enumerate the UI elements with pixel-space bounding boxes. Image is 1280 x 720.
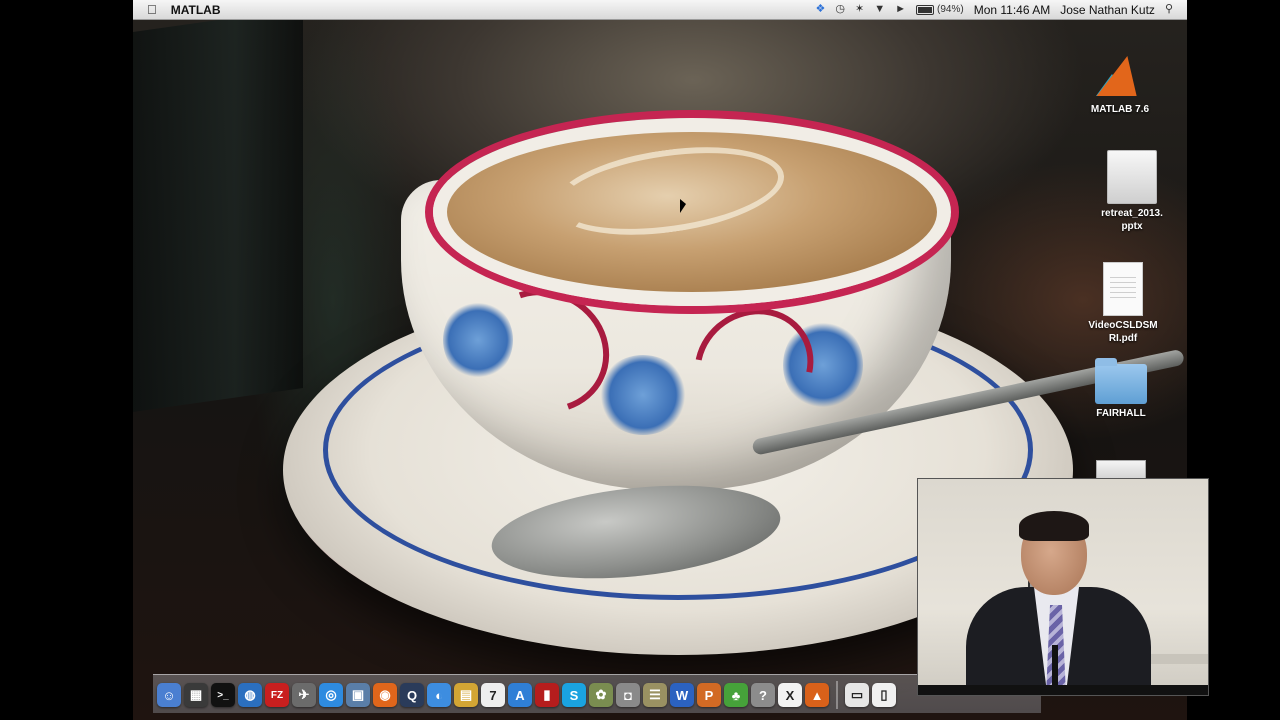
battery-percent: (94%) bbox=[937, 4, 964, 15]
menu-clock[interactable]: Mon 11:46 AM bbox=[974, 3, 1051, 17]
preview-icon[interactable]: ▣ bbox=[346, 683, 370, 707]
battery-icon bbox=[916, 4, 935, 15]
terminal-icon[interactable]: >_ bbox=[211, 683, 235, 707]
photo-booth-icon[interactable]: ▮ bbox=[535, 683, 559, 707]
dropbox-icon[interactable]: ❖ bbox=[816, 4, 826, 15]
documents-stack-icon[interactable]: ▭ bbox=[845, 683, 869, 707]
app-store-icon[interactable]: A bbox=[508, 683, 532, 707]
wall-shelf bbox=[1148, 654, 1208, 664]
spotlight-icon[interactable]: ⚲ bbox=[1165, 4, 1173, 15]
folder-icon bbox=[1095, 358, 1147, 404]
network-globe-icon[interactable]: ◍ bbox=[238, 683, 262, 707]
quicktime-icon[interactable]: Q bbox=[400, 683, 424, 707]
safari-icon[interactable]: ◎ bbox=[319, 683, 343, 707]
help-icon[interactable]: ? bbox=[751, 683, 775, 707]
desktop-icon-matlab[interactable]: MATLAB 7.6 bbox=[1080, 50, 1160, 116]
presenter-hair bbox=[1019, 511, 1089, 541]
chemistry-icon[interactable]: ♣ bbox=[724, 683, 748, 707]
volume-icon[interactable]: ► bbox=[895, 4, 906, 15]
wallpaper-motif bbox=[598, 355, 688, 435]
desktop-icon-label: MATLAB 7.6 bbox=[1090, 104, 1150, 115]
podium-edge bbox=[918, 685, 1208, 695]
skype-icon[interactable]: S bbox=[562, 683, 586, 707]
camera-icon[interactable]: ◘ bbox=[616, 683, 640, 707]
time-machine-icon[interactable]: ◷ bbox=[835, 4, 845, 15]
notes-icon[interactable]: ▤ bbox=[454, 683, 478, 707]
menu-user-name[interactable]: Jose Nathan Kutz bbox=[1060, 3, 1155, 17]
app-menu-title[interactable]: MATLAB bbox=[171, 3, 221, 17]
desktop-icon-pdf[interactable]: VideoCSLDSM RI.pdf bbox=[1083, 262, 1163, 345]
firefox-icon[interactable]: ◉ bbox=[373, 683, 397, 707]
desktop-icon-folder[interactable]: FAIRHALL bbox=[1081, 358, 1161, 420]
scroll-icon[interactable]: ☰ bbox=[643, 683, 667, 707]
webcam-overlay bbox=[917, 478, 1209, 696]
menu-bar:  MATLAB ❖ ◷ ✶ ▼ ► (94%) Mon 11:46 AM Jo… bbox=[133, 0, 1187, 20]
wallpaper-book bbox=[133, 8, 303, 412]
dock: ☺ ▦ >_ ◍ FZ ✈ ◎ ▣ ◉ Q ◐ ▤ 7 A ▮ S ✿ ◘ ☰ W P ♣? X ▲ ▭ ▯ bbox=[153, 674, 1041, 713]
wifi-icon[interactable]: ▼ bbox=[874, 4, 885, 15]
pptx-file-icon bbox=[1107, 150, 1157, 204]
activity-monitor-icon[interactable]: ▦ bbox=[184, 683, 208, 707]
iphoto-icon[interactable]: ✿ bbox=[589, 683, 613, 707]
desktop-icon-label: FAIRHALL bbox=[1096, 408, 1146, 419]
apple-icon[interactable]:  bbox=[147, 3, 157, 16]
desktop-icon-label: retreat_2013. pptx bbox=[1101, 208, 1163, 232]
mouse-cursor-icon bbox=[680, 199, 686, 213]
x11-icon[interactable]: X bbox=[778, 683, 802, 707]
filezilla-icon[interactable]: FZ bbox=[265, 683, 289, 707]
finder-icon[interactable]: ☺ bbox=[157, 683, 181, 707]
bluetooth-icon[interactable]: ✶ bbox=[855, 4, 864, 15]
matlab-icon bbox=[1096, 50, 1148, 100]
pdf-file-icon bbox=[1103, 262, 1143, 316]
desktop-icon-label: VideoCSLDSM RI.pdf bbox=[1088, 320, 1158, 344]
matlab-dock-icon[interactable]: ▲ bbox=[805, 683, 829, 707]
calendar-icon[interactable]: 7 bbox=[481, 683, 505, 707]
powerpoint-icon[interactable]: P bbox=[697, 683, 721, 707]
downloads-stack-icon[interactable]: ▯ bbox=[872, 683, 896, 707]
launchpad-icon[interactable]: ✈ bbox=[292, 683, 316, 707]
battery-status[interactable]: (94%) bbox=[916, 4, 964, 15]
word-icon[interactable]: W bbox=[670, 683, 694, 707]
desktop-icon-pptx[interactable]: retreat_2013. pptx bbox=[1092, 150, 1172, 233]
itunes-globe-icon[interactable]: ◐ bbox=[427, 683, 451, 707]
dock-separator bbox=[836, 681, 838, 709]
